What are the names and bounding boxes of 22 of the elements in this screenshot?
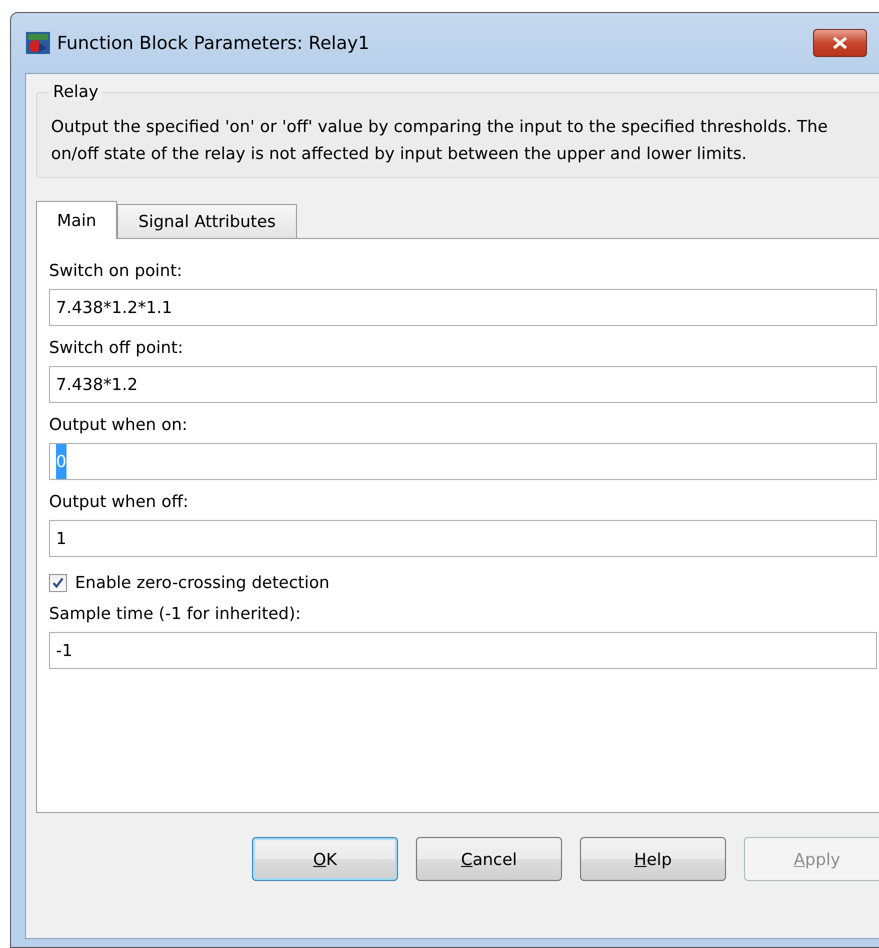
input-field[interactable]: -1 <box>49 632 877 669</box>
field-label: Switch on point: <box>49 261 184 280</box>
input-field[interactable]: 1 <box>49 520 877 557</box>
description-text: Output the specified 'on' or 'off' value by comparing the input to the specified thresholds. The on/off state of the relay is not affected by input between the upper and lower limits. <box>51 116 829 165</box>
checkbox-label: Enable zero-crossing detection <box>75 573 330 592</box>
dialog-button[interactable]: Cancel <box>416 837 562 881</box>
dialog-button[interactable]: OK <box>252 837 398 881</box>
field-label: Output when off: <box>49 492 190 511</box>
close-button[interactable] <box>813 29 867 57</box>
field-label: Switch off point: <box>49 338 184 357</box>
group-title: Relay <box>49 82 102 101</box>
checkbox[interactable] <box>49 574 67 592</box>
tab[interactable]: Main <box>36 201 118 239</box>
tab[interactable]: Signal Attributes <box>117 204 297 238</box>
dialog-button[interactable]: Help <box>580 837 726 881</box>
window-title: Function Block Parameters: Relay1 <box>57 32 370 54</box>
input-field[interactable]: 7.438*1.2 <box>49 366 877 403</box>
field-label: Sample time (-1 for inherited): <box>49 604 302 623</box>
input-field[interactable]: 7.438*1.2*1.1 <box>49 289 877 326</box>
app-icon <box>25 31 51 55</box>
close-icon <box>831 36 849 50</box>
field-label: Output when on: <box>49 415 188 434</box>
